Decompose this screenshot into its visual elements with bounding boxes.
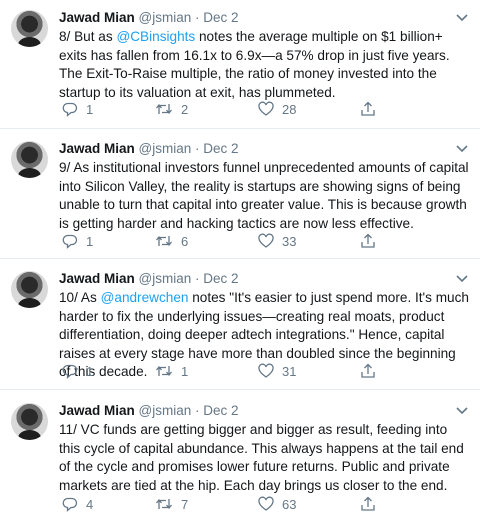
chevron-down-icon[interactable] — [455, 13, 469, 23]
retweet-icon — [156, 103, 172, 115]
reply-button[interactable]: 1 — [62, 233, 93, 249]
retweet-button[interactable]: 1 — [155, 363, 188, 379]
tweet-date[interactable]: Dec 2 — [203, 10, 238, 25]
tweet-actions: 1 1 31 — [62, 363, 402, 381]
avatar[interactable] — [11, 271, 48, 308]
separator-dot: · — [195, 271, 200, 286]
tweet-actions: 1 6 33 — [62, 233, 402, 251]
reply-button[interactable]: 1 — [62, 101, 93, 117]
retweet-count: 2 — [181, 101, 189, 117]
share-button[interactable] — [359, 233, 377, 249]
author-name[interactable]: Jawad Mian — [59, 271, 135, 286]
reply-count: 1 — [86, 101, 94, 117]
reply-button[interactable]: 4 — [62, 496, 93, 512]
retweet-count: 7 — [181, 496, 189, 512]
tweet[interactable]: Jawad Mian @jsmian · Dec 2 8/ But as @CB… — [0, 0, 480, 129]
tweet-text-part: 8/ But as — [59, 29, 117, 44]
chevron-down-icon[interactable] — [455, 274, 469, 284]
share-button[interactable] — [359, 101, 377, 117]
tweet-date[interactable]: Dec 2 — [203, 403, 238, 418]
avatar[interactable] — [11, 403, 48, 440]
heart-icon — [258, 496, 274, 511]
separator-dot: · — [195, 141, 200, 156]
like-count: 33 — [282, 233, 297, 249]
avatar[interactable] — [11, 141, 48, 178]
heart-icon — [258, 363, 274, 378]
retweet-icon — [156, 498, 172, 510]
author-handle[interactable]: @jsmian — [139, 141, 192, 156]
author-name[interactable]: Jawad Mian — [59, 403, 135, 418]
share-button[interactable] — [359, 496, 377, 512]
reply-icon — [62, 234, 78, 249]
chevron-down-icon[interactable] — [455, 406, 469, 416]
separator-dot: · — [195, 403, 200, 418]
retweet-icon — [156, 235, 172, 247]
heart-icon — [258, 233, 274, 248]
avatar[interactable] — [11, 10, 48, 47]
like-button[interactable]: 33 — [258, 233, 296, 249]
reply-icon — [62, 497, 78, 512]
retweet-button[interactable]: 6 — [155, 233, 188, 249]
reply-count: 1 — [86, 363, 94, 379]
author-handle[interactable]: @jsmian — [139, 10, 192, 25]
reply-count: 4 — [86, 496, 94, 512]
reply-icon — [62, 102, 78, 117]
tweet-header: Jawad Mian @jsmian · Dec 2 — [59, 10, 239, 25]
tweet-text: 9/ As institutional investors funnel unp… — [59, 159, 469, 233]
retweet-count: 6 — [181, 233, 189, 249]
chevron-down-icon[interactable] — [455, 144, 469, 154]
author-handle[interactable]: @jsmian — [139, 271, 192, 286]
tweet[interactable]: Jawad Mian @jsmian · Dec 2 11/ VC funds … — [0, 390, 480, 526]
share-icon — [361, 496, 375, 511]
like-button[interactable]: 28 — [258, 101, 296, 117]
retweet-button[interactable]: 7 — [155, 496, 188, 512]
heart-icon — [258, 101, 274, 116]
tweet-actions: 1 2 28 — [62, 101, 402, 119]
separator-dot: · — [195, 10, 200, 25]
tweet-text-part: 10/ As — [59, 290, 101, 305]
mention-link[interactable]: @andrewchen — [101, 290, 189, 305]
reply-button[interactable]: 1 — [62, 363, 93, 379]
author-name[interactable]: Jawad Mian — [59, 141, 135, 156]
tweet-actions: 4 7 63 — [62, 496, 402, 514]
tweet-date[interactable]: Dec 2 — [203, 271, 238, 286]
tweet-text: 11/ VC funds are getting bigger and bigg… — [59, 421, 469, 495]
author-handle[interactable]: @jsmian — [139, 403, 192, 418]
share-icon — [361, 101, 375, 116]
like-button[interactable]: 31 — [258, 363, 296, 379]
tweet-header: Jawad Mian @jsmian · Dec 2 — [59, 271, 239, 286]
like-count: 28 — [282, 101, 297, 117]
mention-link[interactable]: @CBinsights — [116, 29, 195, 44]
like-count: 63 — [282, 496, 297, 512]
tweet-text-part: 11/ VC funds are getting bigger and bigg… — [59, 422, 464, 493]
tweet[interactable]: Jawad Mian @jsmian · Dec 2 9/ As institu… — [0, 129, 480, 259]
retweet-count: 1 — [181, 363, 189, 379]
author-name[interactable]: Jawad Mian — [59, 10, 135, 25]
tweet-header: Jawad Mian @jsmian · Dec 2 — [59, 403, 239, 418]
tweet[interactable]: Jawad Mian @jsmian · Dec 2 10/ As @andre… — [0, 259, 480, 390]
share-button[interactable] — [359, 363, 377, 379]
share-icon — [361, 363, 375, 378]
reply-icon — [62, 364, 78, 379]
like-button[interactable]: 63 — [258, 496, 296, 512]
retweet-button[interactable]: 2 — [155, 101, 188, 117]
tweet-text-part: 9/ As institutional investors funnel unp… — [59, 160, 469, 231]
tweet-date[interactable]: Dec 2 — [203, 141, 238, 156]
like-count: 31 — [282, 363, 297, 379]
tweet-text: 8/ But as @CBinsights notes the average … — [59, 28, 469, 102]
retweet-icon — [156, 365, 172, 377]
share-icon — [361, 233, 375, 248]
tweet-header: Jawad Mian @jsmian · Dec 2 — [59, 141, 239, 156]
reply-count: 1 — [86, 233, 94, 249]
